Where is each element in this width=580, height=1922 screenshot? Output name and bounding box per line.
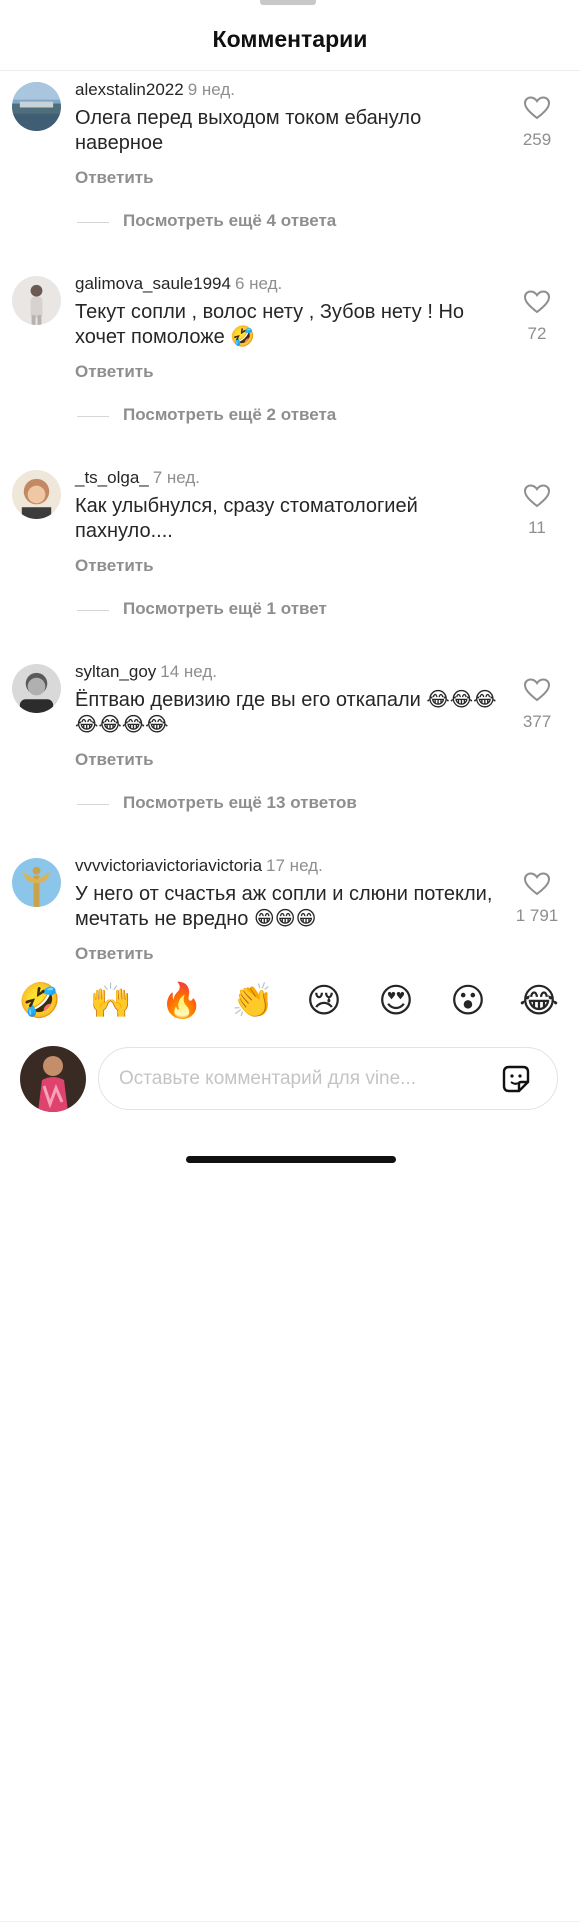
replies-divider: [77, 222, 109, 223]
header-divider: [0, 70, 580, 71]
replies-divider: [77, 804, 109, 805]
replies-divider: [77, 610, 109, 611]
emoji-heart-eyes-button[interactable]: 😍: [371, 976, 421, 1026]
avatar[interactable]: [12, 82, 61, 131]
like-button[interactable]: 11: [512, 484, 562, 538]
comment-username[interactable]: vvvvictoriavictoriavictoria: [75, 856, 262, 875]
like-count: 377: [522, 712, 552, 731]
view-replies-button[interactable]: Посмотреть ещё 13 ответов: [123, 793, 357, 813]
reply-button[interactable]: Ответить: [75, 556, 154, 576]
like-count: 72: [527, 324, 547, 343]
replies-divider: [77, 416, 109, 417]
like-count: 1 791: [515, 906, 559, 925]
emoji-clap-button[interactable]: 👏: [228, 976, 278, 1026]
avatar[interactable]: [12, 858, 61, 907]
comment-item: syltan_goy 14 нед. Ёптваю девизию где вы …: [0, 656, 580, 850]
comment-age: 17 нед.: [266, 856, 323, 875]
reply-button[interactable]: Ответить: [75, 168, 154, 188]
emoji-reaction-bar: 🤣 🙌 🔥 👏 😢 😍 😮 😂: [0, 960, 580, 1922]
view-replies-button[interactable]: Посмотреть ещё 4 ответа: [123, 211, 336, 231]
comment-age: 7 нед.: [152, 468, 201, 487]
like-button[interactable]: 377: [512, 678, 562, 732]
reply-button[interactable]: Ответить: [75, 362, 154, 382]
emoji-surprised-button[interactable]: 😮: [443, 976, 493, 1026]
like-button[interactable]: 1 791: [512, 872, 562, 926]
sticker-icon[interactable]: [499, 1062, 533, 1096]
emoji-raised-hands-button[interactable]: 🙌: [86, 976, 136, 1026]
comment-item: _ts_olga_ 7 нед. Как улыбнулся, сразу сто…: [0, 462, 580, 656]
avatar[interactable]: [12, 664, 61, 713]
comment-username[interactable]: galimova_saule1994: [75, 274, 231, 293]
comment-item: alexstalin2022 9 нед. Олега перед выходом…: [0, 74, 580, 268]
heart-outline-icon: [524, 484, 550, 508]
comment-age: 6 нед.: [234, 274, 283, 293]
emoji-rofl-button[interactable]: 🤣: [15, 976, 65, 1026]
view-replies-button[interactable]: Посмотреть ещё 2 ответа: [123, 405, 336, 425]
comment-meta: _ts_olga_ 7 нед.: [75, 468, 200, 488]
like-button[interactable]: 259: [512, 96, 562, 150]
emoji-crying-button[interactable]: 😢: [299, 976, 349, 1026]
current-user-avatar: [20, 1046, 86, 1112]
like-count: 11: [528, 518, 546, 537]
comment-input-placeholder: Оставьте комментарий для vine...: [119, 1068, 417, 1089]
reply-button[interactable]: Ответить: [75, 750, 154, 770]
sheet-handle[interactable]: [260, 0, 316, 5]
comment-age: 9 нед.: [187, 80, 235, 99]
comment-meta: alexstalin2022 9 нед.: [75, 80, 235, 100]
comment-text: Текут сопли , волос нету , Зубов нету ! …: [75, 301, 465, 348]
like-count: 259: [522, 130, 552, 149]
emoji-joy-button[interactable]: 😂: [514, 976, 564, 1026]
like-button[interactable]: 72: [512, 290, 562, 344]
comment-username[interactable]: alexstalin2022: [75, 80, 184, 99]
comment-age: 14 нед.: [160, 662, 218, 681]
comment-meta: vvvvictoriavictoriavictoria 17 нед.: [75, 856, 323, 876]
heart-outline-icon: [524, 290, 550, 314]
comment-meta: galimova_saule1994 6 нед.: [75, 274, 282, 294]
comment-input[interactable]: Оставьте комментарий для vine...: [98, 1047, 558, 1110]
view-replies-button[interactable]: Посмотреть ещё 1 ответ: [123, 599, 327, 619]
home-indicator: [186, 1156, 396, 1163]
heart-outline-icon: [524, 872, 550, 896]
comment-text: У него от счастья аж сопли и слюни потек…: [75, 883, 493, 930]
page-title: Комментарии: [212, 26, 368, 52]
comment-text: Олега перед выходом током ебануло наверн…: [75, 107, 422, 154]
emoji-fire-button[interactable]: 🔥: [157, 976, 207, 1026]
comment-meta: syltan_goy 14 нед.: [75, 662, 217, 682]
comment-item: galimova_saule1994 6 нед. Текут сопли , в…: [0, 268, 580, 462]
heart-outline-icon: [524, 678, 550, 702]
heart-outline-icon: [524, 96, 550, 120]
avatar[interactable]: [12, 276, 61, 325]
avatar[interactable]: [12, 470, 61, 519]
comment-text: Ёптваю девизию где вы его откапали 😂😂😂😂😂…: [75, 689, 497, 736]
comment-username[interactable]: _ts_olga_: [75, 468, 149, 487]
comment-username[interactable]: syltan_goy: [75, 662, 156, 681]
comment-text: Как улыбнулся, сразу стоматологией пахну…: [75, 495, 418, 542]
